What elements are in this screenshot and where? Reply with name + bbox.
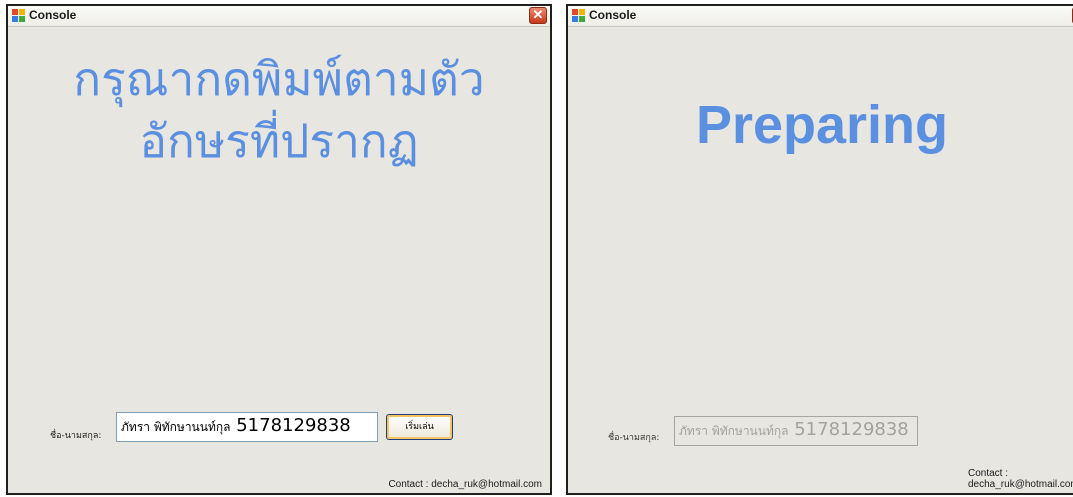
student-id-text: 5178129838: [236, 415, 351, 436]
instruction-message: กรุณากดพิมพ์ตามตัว อักษรที่ปรากฏ: [8, 48, 550, 172]
name-input[interactable]: ภัทรา พิทักษานนท์กุล 5178129838: [116, 412, 378, 442]
window-title: Console: [589, 8, 637, 22]
window-title: Console: [29, 8, 77, 22]
name-input-disabled: ภัทรา พิทักษานนท์กุล 5178129838: [674, 416, 918, 446]
title-bar[interactable]: Console ✕: [8, 6, 550, 27]
name-label: ชื่อ-นามสกุล:: [50, 431, 102, 441]
contact-text: Contact : decha_ruk@hotmail.com: [388, 479, 542, 490]
form-app-icon: [12, 9, 25, 22]
start-button[interactable]: เริ่มเล่น: [386, 414, 453, 440]
console-window-right: Console ✕ Preparing ชื่อ-นามสกุล: ภัทรา …: [566, 4, 1073, 495]
close-icon: ✕: [532, 7, 544, 22]
instruction-line-1: กรุณากดพิมพ์ตามตัว: [73, 52, 485, 106]
instruction-line-2: อักษรที่ปรากฏ: [139, 114, 419, 168]
title-bar[interactable]: Console ✕: [568, 6, 1073, 27]
name-input-text: ภัทรา พิทักษานนท์กุล: [679, 424, 789, 438]
contact-text: Contact : decha_ruk@hotmail.com: [968, 468, 1073, 490]
status-message: Preparing: [695, 95, 949, 155]
console-window-left: Console ✕ กรุณากดพิมพ์ตามตัว อักษรที่ปรา…: [6, 4, 552, 495]
close-button[interactable]: ✕: [529, 7, 547, 24]
name-input-text: ภัทรา พิทักษานนท์กุล: [121, 420, 231, 434]
student-id-text: 5178129838: [794, 419, 909, 440]
name-label: ชื่อ-นามสกุล:: [608, 433, 660, 443]
form-app-icon: [572, 9, 585, 22]
